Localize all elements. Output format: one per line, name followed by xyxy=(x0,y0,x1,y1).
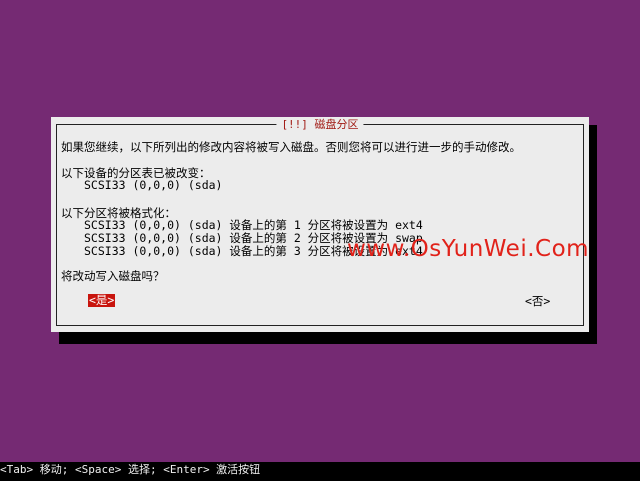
intro-text: 如果您继续，以下所列出的修改内容将被写入磁盘。否则您将可以进行进一步的手动修改。 xyxy=(61,140,521,154)
watermark-logo: www.OsYunWei.Com xyxy=(347,236,590,262)
partition-confirm-dialog: [!!] 磁盘分区 如果您继续，以下所列出的修改内容将被写入磁盘。否则您将可以进… xyxy=(51,117,589,332)
question-text: 将改动写入磁盘吗？ xyxy=(61,269,165,283)
keyboard-hints: <Tab> 移动; <Space> 选择; <Enter> 激活按钮 xyxy=(0,463,261,476)
dialog-title: [!!] 磁盘分区 xyxy=(276,118,364,131)
yes-button[interactable]: <是> xyxy=(88,294,116,307)
status-bar: <Tab> 移动; <Space> 选择; <Enter> 激活按钮 xyxy=(0,462,640,481)
changed-device: SCSI33 (0,0,0) (sda) xyxy=(84,178,223,192)
no-button[interactable]: <否> xyxy=(525,295,550,308)
format-line: SCSI33 (0,0,0) (sda) 设备上的第 1 分区将被设置为 ext… xyxy=(84,218,423,232)
